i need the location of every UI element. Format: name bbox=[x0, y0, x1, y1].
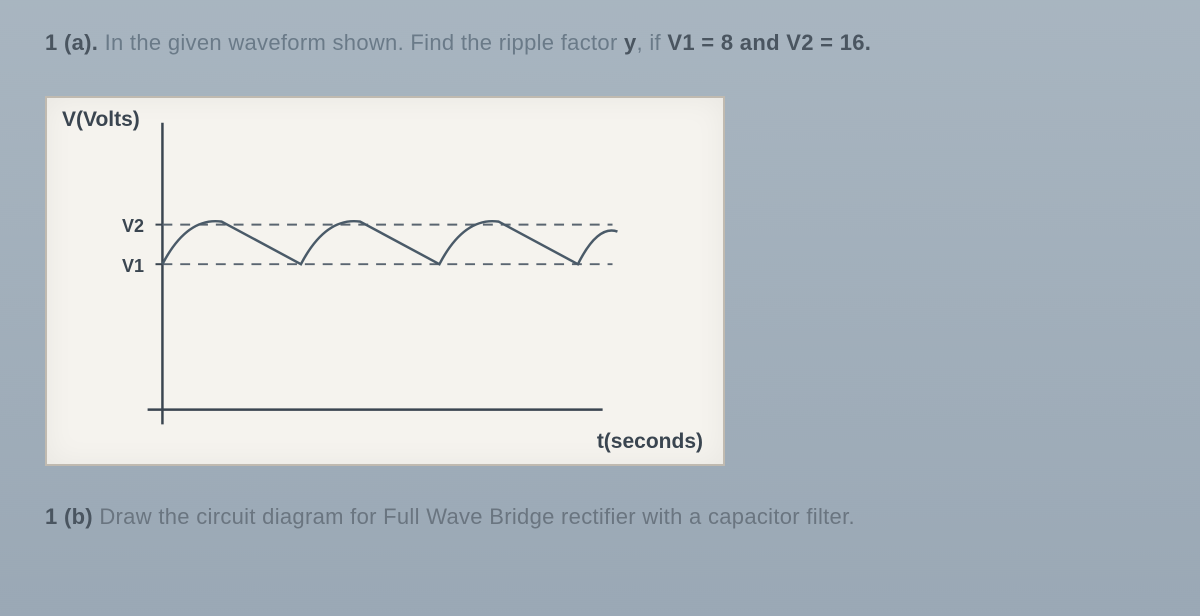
document-content: 1 (a). In the given waveform shown. Find… bbox=[0, 0, 1200, 560]
question-1a-body1: In the given waveform shown. Find the ri… bbox=[98, 30, 624, 55]
question-1a-condition: V1 = 8 and V2 = 16. bbox=[667, 30, 871, 55]
question-1a-y: y bbox=[624, 30, 637, 55]
question-1a-prefix: 1 (a). bbox=[45, 30, 98, 55]
question-1b: 1 (b) Draw the circuit diagram for Full … bbox=[45, 504, 1155, 530]
question-1a-body2: , if bbox=[637, 30, 668, 55]
question-1b-body: Draw the circuit diagram for Full Wave B… bbox=[93, 504, 855, 529]
waveform-chart: V(Volts) V2 V1 t(seconds) bbox=[45, 96, 725, 466]
question-1a: 1 (a). In the given waveform shown. Find… bbox=[45, 30, 1155, 56]
waveform-svg bbox=[47, 98, 723, 464]
ripple-waveform-path bbox=[162, 221, 617, 264]
question-1b-prefix: 1 (b) bbox=[45, 504, 93, 529]
